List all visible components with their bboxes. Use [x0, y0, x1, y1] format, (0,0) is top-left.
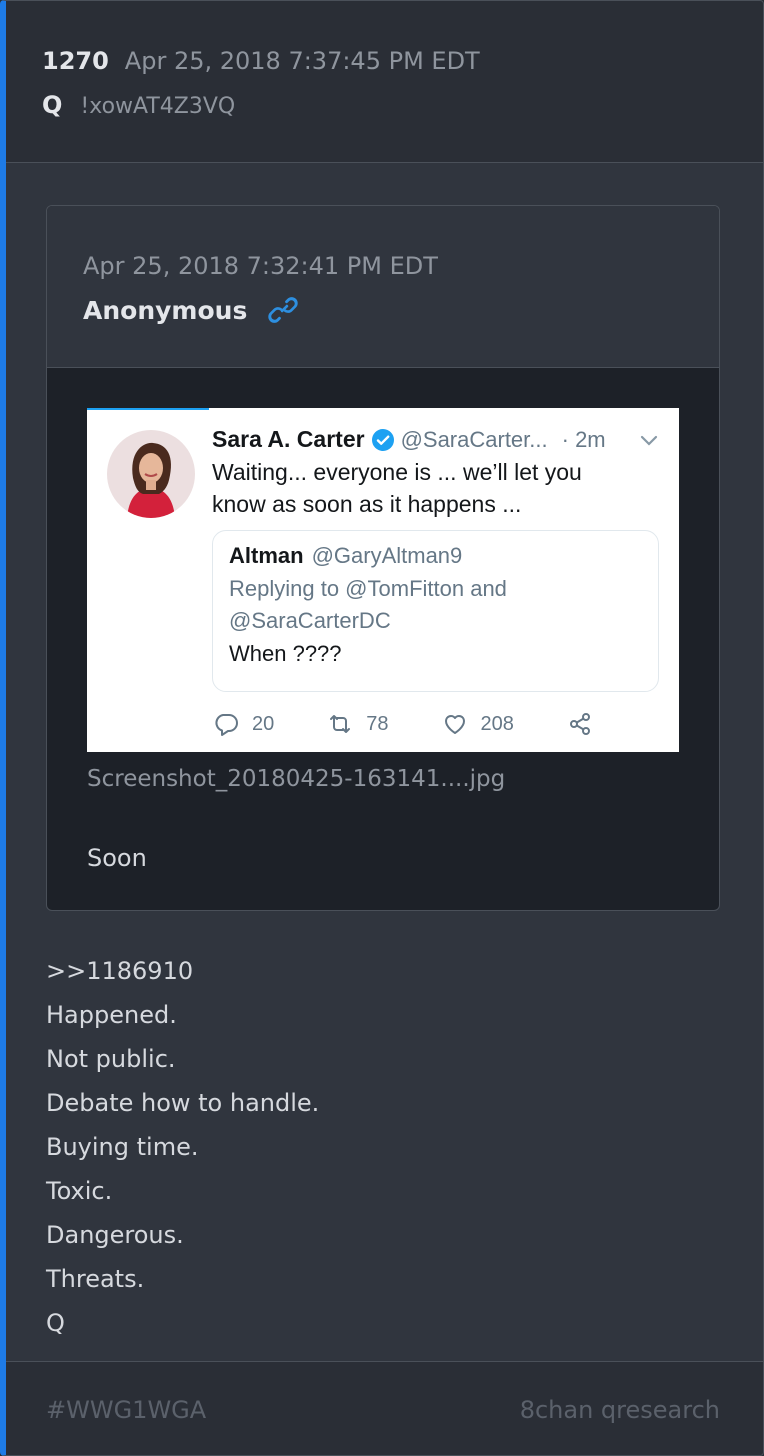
reply-icon: [215, 714, 238, 736]
quoted-tweet-reply-to: Replying to @TomFitton and @SaraCarterDC: [229, 576, 507, 633]
like-count: 208: [480, 712, 514, 735]
post-body: >>1186910 Happened. Not public. Debate h…: [46, 949, 319, 1345]
post-author: Q: [42, 91, 63, 119]
link-icon[interactable]: [267, 294, 299, 326]
quoted-tweet: Altman @GaryAltman9 Replying to @TomFitt…: [212, 530, 659, 692]
quoted-tweet-text: When ????: [229, 641, 342, 666]
tweet-time: · 2m: [561, 426, 606, 452]
hashtag: #WWG1WGA: [46, 1396, 207, 1424]
tweet-like-action: 208: [441, 710, 514, 738]
tweet-text: Waiting... everyone is ... we’ll let you…: [212, 459, 582, 517]
post-body-line: Threats.: [46, 1265, 145, 1293]
chevron-down-icon: [639, 434, 659, 448]
tweet-author-handle: @SaraCarter...: [400, 426, 548, 452]
avatar: [107, 430, 195, 518]
verified-badge-icon: [371, 428, 395, 452]
post-body-line: Debate how to handle.: [46, 1089, 320, 1117]
retweet-icon: [330, 715, 351, 733]
q-post-card: 1270 Apr 25, 2018 7:37:45 PM EDT Q !xowA…: [0, 0, 764, 1456]
post-timestamp: Apr 25, 2018 7:37:45 PM EDT: [124, 47, 480, 75]
tweet-actions: 20 78 208: [212, 710, 646, 738]
board-source: 8chan qresearch: [519, 1396, 720, 1424]
post-signature: Q: [46, 1309, 65, 1337]
heart-icon: [444, 715, 465, 734]
post-footer: #WWG1WGA 8chan qresearch: [6, 1361, 763, 1455]
post-reference-link[interactable]: >>1186910: [46, 949, 319, 993]
post-header: 1270 Apr 25, 2018 7:37:45 PM EDT Q !xowA…: [6, 1, 763, 163]
post-body-line: Toxic.: [46, 1177, 113, 1205]
quoted-post-header: Apr 25, 2018 7:32:41 PM EDT Anonymous: [47, 206, 719, 368]
post-body-line: Happened.: [46, 1001, 177, 1029]
quoted-tweet-author-name: Altman: [229, 543, 304, 568]
tweet-screenshot-image[interactable]: Sara A. Carter @SaraCarter... · 2m Waiti…: [87, 408, 679, 752]
tweet-author-name: Sara A. Carter: [212, 426, 365, 452]
reply-count: 20: [252, 712, 275, 735]
quoted-post: Apr 25, 2018 7:32:41 PM EDT Anonymous Sa…: [46, 205, 720, 911]
post-number[interactable]: 1270: [42, 47, 109, 75]
tweet-top-bar: [87, 408, 209, 410]
quoted-tweet-author-handle: @GaryAltman9: [311, 543, 463, 568]
tweet-share-action: [566, 710, 594, 738]
post-body-line: Buying time.: [46, 1133, 199, 1161]
post-body-line: Dangerous.: [46, 1221, 184, 1249]
tweet-reply-action: 20: [212, 710, 274, 738]
retweet-count: 78: [366, 712, 389, 735]
quoted-post-timestamp: Apr 25, 2018 7:32:41 PM EDT: [83, 252, 438, 280]
share-icon: [569, 713, 590, 735]
quoted-post-author: Anonymous: [83, 295, 248, 325]
attachment-filename[interactable]: Screenshot_20180425-163141....jpg: [87, 766, 505, 792]
tweet-retweet-action: 78: [326, 710, 389, 738]
quoted-post-body: Soon: [87, 844, 147, 872]
post-tripcode: !xowAT4Z3VQ: [80, 94, 236, 119]
post-body-line: Not public.: [46, 1045, 176, 1073]
